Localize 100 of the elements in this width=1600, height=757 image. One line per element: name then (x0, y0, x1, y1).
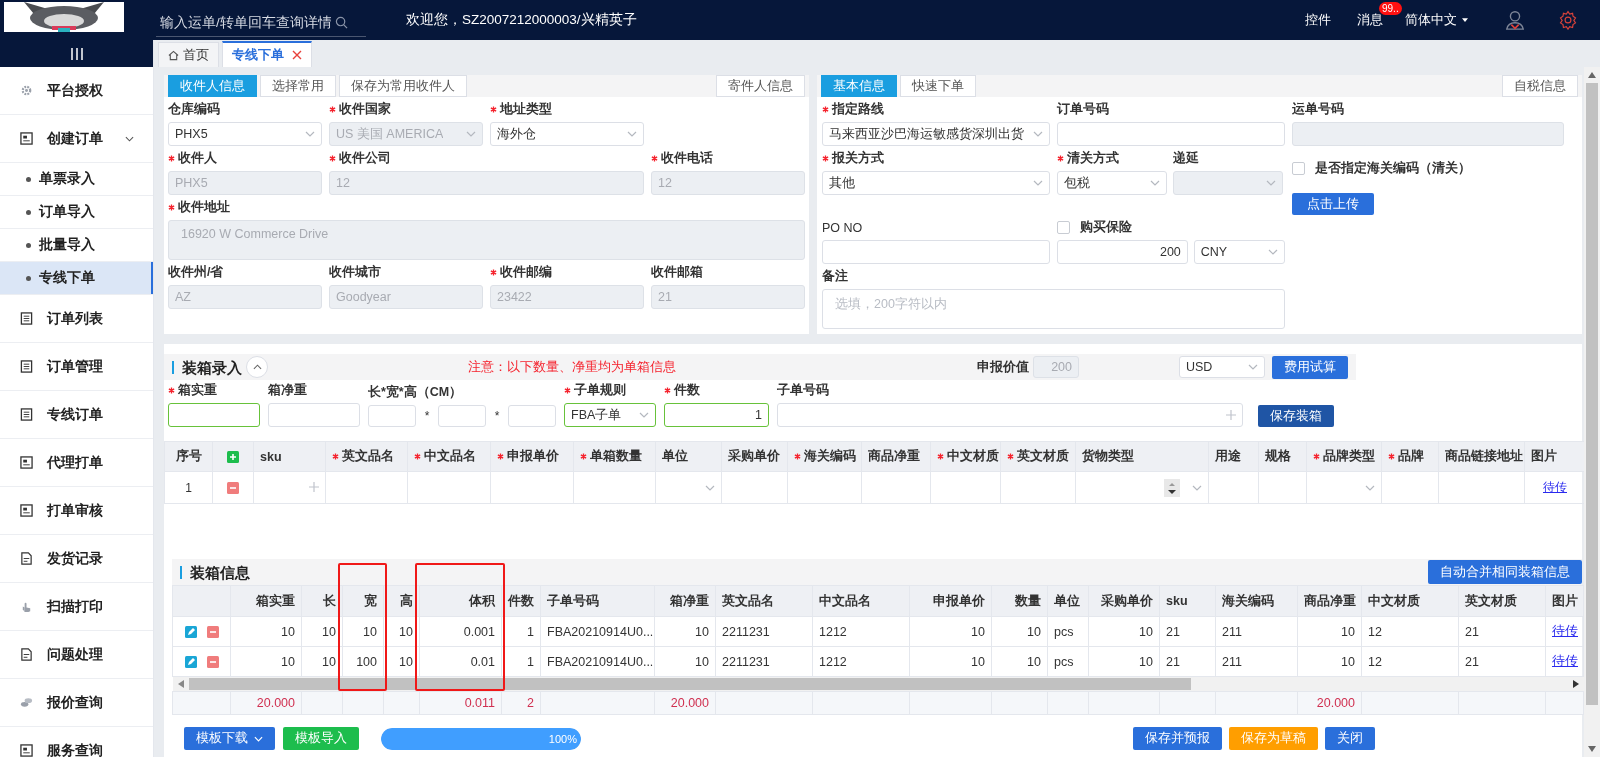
column-header: 英文品名 (332, 449, 394, 463)
select-field[interactable]: 马来西亚沙巴海运敏感货深圳出货 (822, 122, 1050, 146)
sidebar-item[interactable]: 代理打单 (0, 439, 153, 487)
plus-icon[interactable] (309, 481, 319, 492)
chevron-icon (639, 412, 649, 418)
input-field[interactable]: 200 (1057, 240, 1188, 264)
tab[interactable]: 保存为常用收件人 (339, 75, 467, 97)
sidebar-item[interactable]: 扫描打印 (0, 583, 153, 631)
column-header: 商品净重 (1304, 593, 1356, 608)
arrow-icon[interactable] (1588, 72, 1596, 78)
input-field[interactable]: 1 (664, 403, 769, 427)
settings-icon[interactable] (1558, 10, 1578, 30)
arrow-icon[interactable] (1588, 746, 1596, 752)
chevron-icon (1150, 180, 1160, 186)
column-header: 高 (400, 593, 413, 608)
chevron-icon[interactable] (1365, 485, 1375, 492)
table-cell: 0.01 (419, 646, 502, 677)
sidebar-item[interactable]: 打单审核 (0, 487, 153, 535)
sidebar-item[interactable]: 专线订单 (0, 391, 153, 439)
close-icon[interactable] (292, 50, 302, 60)
field-label: 长*宽*高（CM） (368, 384, 463, 401)
chevron-icon[interactable] (705, 485, 715, 492)
calculate-button[interactable]: 费用试算 (1272, 355, 1348, 379)
remove-icon[interactable] (206, 656, 219, 669)
column-header: sku (260, 449, 282, 464)
action-button[interactable]: 关闭 (1325, 727, 1375, 750)
table-cell: 12 (1361, 646, 1459, 677)
text-area[interactable]: 选填，200字符以内 (822, 289, 1285, 329)
tab[interactable]: 首页 (158, 42, 219, 67)
select-field[interactable]: 海外仓 (490, 122, 644, 146)
remove-icon[interactable] (206, 626, 219, 639)
toolbar-link[interactable]: 控件 (1305, 11, 1331, 29)
sidebar-item[interactable]: 订单列表 (0, 295, 153, 343)
sender-info-button[interactable]: 寄件人信息 (716, 75, 805, 97)
section-title: 装箱信息 (180, 565, 250, 579)
select-field[interactable]: CNY (1193, 240, 1285, 264)
column-header: 申报单价 (933, 593, 985, 608)
field-label: 收件邮编 (490, 264, 552, 281)
tab[interactable]: 选择常用 (260, 75, 336, 97)
select-field[interactable]: 包税 (1057, 171, 1167, 195)
edit-icon[interactable] (184, 656, 197, 669)
edit-icon[interactable] (184, 626, 197, 639)
checkbox[interactable] (1057, 221, 1070, 234)
chevron-icon (305, 131, 315, 137)
plus-icon[interactable] (1226, 410, 1236, 420)
upload-link[interactable]: 待传 (1543, 480, 1567, 494)
merge-button[interactable]: 自动合并相同装箱信息 (1428, 560, 1582, 584)
search-icon[interactable] (335, 16, 348, 29)
scrollbar[interactable] (172, 677, 1584, 691)
sidebar-item[interactable]: 专线下单 (0, 262, 153, 295)
arrow-icon[interactable] (1572, 680, 1579, 688)
messages-link[interactable]: 消息 (1357, 12, 1383, 27)
column-header: 商品净重 (868, 449, 920, 463)
menu-icon[interactable] (69, 47, 84, 60)
select-field[interactable]: USD (1179, 356, 1265, 378)
search-field[interactable]: 输入运单/转单回车查询详情 (156, 9, 366, 37)
chevron-icon (1266, 180, 1276, 186)
total-value: 20.000 (1316, 696, 1355, 710)
document-icon (20, 648, 33, 661)
sidebar-item[interactable]: 报价查询 (0, 679, 153, 727)
tax-info-button[interactable]: 自税信息 (1502, 75, 1578, 97)
document-icon (20, 504, 33, 517)
chevron-icon[interactable] (1192, 484, 1202, 491)
sidebar-item[interactable]: 订单管理 (0, 343, 153, 391)
save-packing-button[interactable]: 保存装箱 (1258, 405, 1334, 427)
column-header: 单箱数量 (580, 449, 642, 463)
action-button[interactable]: 保存并预报 (1133, 727, 1222, 750)
select-field[interactable]: 其他 (822, 171, 1050, 195)
input-field[interactable] (168, 403, 260, 427)
spinner-icon[interactable] (1164, 478, 1180, 497)
sidebar-item[interactable]: 问题处理 (0, 631, 153, 679)
field-label: 子单规则 (564, 382, 626, 399)
add-icon[interactable] (227, 451, 239, 464)
sidebar-item[interactable]: 平台授权 (0, 67, 153, 115)
tab[interactable]: 专线下单 (222, 41, 312, 67)
remove-icon[interactable] (227, 482, 239, 495)
column-header: 海关编码 (794, 449, 856, 463)
checkbox[interactable] (1292, 162, 1305, 175)
collapse-button[interactable] (246, 356, 268, 378)
table-cell: 10 (383, 646, 420, 677)
column-header: 数量 (1015, 593, 1041, 608)
language-selector[interactable]: 简体中文 (1405, 11, 1468, 29)
sidebar-item[interactable]: 服务查询 (0, 727, 153, 757)
template-button[interactable]: 模板下载 (184, 727, 275, 750)
tab[interactable]: 快速下单 (900, 75, 976, 97)
user-icon[interactable] (1504, 9, 1526, 31)
sidebar-item[interactable]: 订单导入 (0, 196, 153, 229)
select-field[interactable]: PHX5 (168, 122, 322, 146)
bullet-icon (26, 242, 31, 248)
column-header: 品牌类型 (1313, 449, 1375, 463)
notice-text: 注意：以下数量、净重均为单箱信息 (468, 358, 676, 376)
select-field[interactable]: FBA子单 (564, 403, 656, 427)
field-label: 申报价值 (977, 358, 1029, 376)
sidebar-item[interactable]: 创建订单 (0, 115, 153, 163)
bullet-icon (26, 209, 31, 215)
scrollbar[interactable] (1584, 67, 1600, 757)
upload-button[interactable]: 点击上传 (1292, 193, 1374, 215)
sidebar-item[interactable]: 单票录入 (0, 163, 153, 196)
table-cell: 1212 (812, 616, 910, 647)
sidebar-item[interactable]: 发货记录 (0, 535, 153, 583)
